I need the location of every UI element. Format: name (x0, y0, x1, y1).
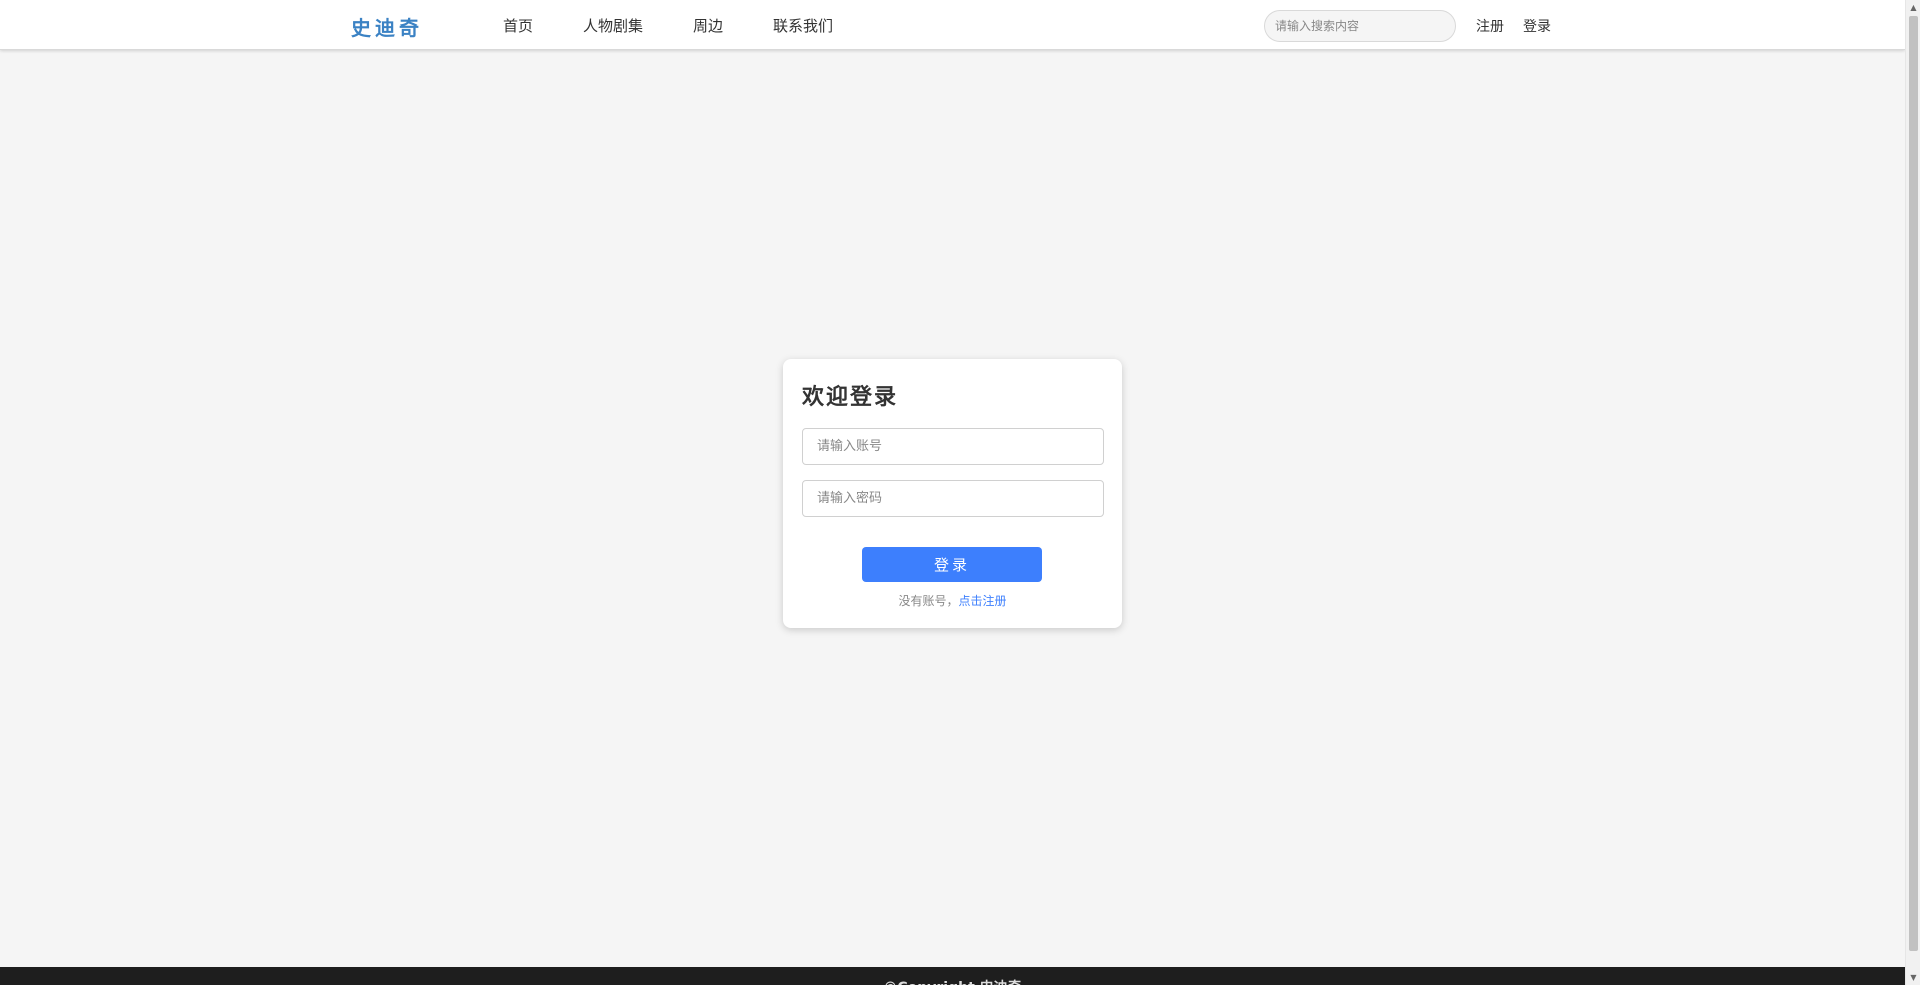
scrollbar-thumb[interactable] (1909, 16, 1918, 951)
password-input[interactable] (802, 480, 1104, 517)
click-register-link[interactable]: 点击注册 (959, 594, 1007, 608)
nav-item-home[interactable]: 首页 (503, 15, 533, 36)
vertical-scrollbar[interactable]: ▲ ▼ (1905, 0, 1920, 985)
login-link[interactable]: 登录 (1523, 16, 1551, 36)
no-account-text: 没有账号， (898, 594, 959, 608)
login-card: 欢迎登录 登录 没有账号，点击注册 (783, 359, 1122, 628)
site-logo[interactable]: 史迪奇 (351, 12, 423, 41)
nav-item-merchandise[interactable]: 周边 (693, 15, 723, 36)
scroll-down-arrow-icon[interactable]: ▼ (1906, 970, 1920, 985)
login-submit-button[interactable]: 登录 (862, 547, 1042, 582)
search-input[interactable] (1264, 10, 1456, 42)
main-nav: 首页 人物剧集 周边 联系我们 (503, 0, 883, 50)
register-link[interactable]: 注册 (1476, 16, 1504, 36)
top-navbar: 史迪奇 首页 人物剧集 周边 联系我们 注册 登录 (0, 0, 1905, 50)
page: 史迪奇 首页 人物剧集 周边 联系我们 注册 登录 欢迎登录 登录 没有账号，点… (0, 0, 1905, 985)
account-input[interactable] (802, 428, 1104, 465)
nav-item-characters-episodes[interactable]: 人物剧集 (583, 15, 643, 36)
register-prompt: 没有账号，点击注册 (783, 592, 1122, 609)
nav-item-contact-us[interactable]: 联系我们 (773, 15, 833, 36)
scroll-up-arrow-icon[interactable]: ▲ (1906, 0, 1920, 15)
footer: ©Copyright 史迪奇 (0, 967, 1905, 985)
login-title: 欢迎登录 (802, 385, 899, 410)
copyright-text: ©Copyright 史迪奇 (0, 977, 1905, 985)
